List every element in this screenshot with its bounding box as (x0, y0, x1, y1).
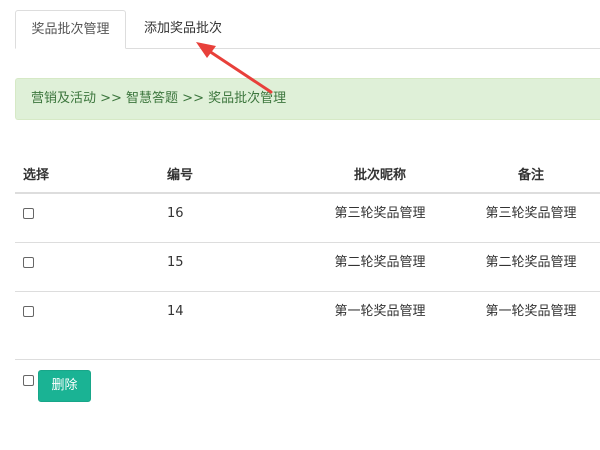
header-batch-name: 批次昵称 (353, 168, 406, 183)
tab-bar: 奖品批次管理 添加奖品批次 (0, 0, 600, 49)
row-batch-name: 第一轮奖品管理 (334, 304, 426, 319)
table-row: 14 第一轮奖品管理 第一轮奖品管理 (15, 292, 600, 341)
tab-prize-batch-management[interactable]: 奖品批次管理 (15, 10, 126, 49)
table-header: 选择 编号 批次昵称 备注 (15, 158, 600, 194)
row-checkbox[interactable] (23, 306, 34, 317)
tab-add-prize-batch[interactable]: 添加奖品批次 (144, 10, 222, 49)
row-checkbox[interactable] (23, 257, 34, 268)
row-id: 16 (167, 206, 184, 221)
breadcrumb: 营销及活动 >> 智慧答题 >> 奖品批次管理 (15, 78, 600, 120)
header-select: 选择 (23, 168, 50, 183)
row-batch-name: 第三轮奖品管理 (334, 206, 426, 221)
row-checkbox[interactable] (23, 208, 34, 219)
footer-divider (15, 359, 600, 360)
table-row: 15 第二轮奖品管理 第二轮奖品管理 (15, 243, 600, 292)
select-all-checkbox[interactable] (23, 375, 34, 386)
row-note: 第三轮奖品管理 (485, 206, 577, 221)
row-batch-name: 第二轮奖品管理 (334, 255, 426, 270)
delete-button[interactable]: 删除 (38, 370, 91, 402)
prize-batch-table: 选择 编号 批次昵称 备注 16 第三轮奖品管理 第三轮奖品管理 15 第二轮奖… (15, 158, 600, 341)
row-id: 15 (167, 255, 184, 270)
row-note: 第二轮奖品管理 (485, 255, 577, 270)
row-note: 第一轮奖品管理 (485, 304, 577, 319)
table-row: 16 第三轮奖品管理 第三轮奖品管理 (15, 194, 600, 243)
row-id: 14 (167, 304, 184, 319)
header-note: 备注 (517, 168, 544, 183)
header-id: 编号 (167, 168, 194, 183)
